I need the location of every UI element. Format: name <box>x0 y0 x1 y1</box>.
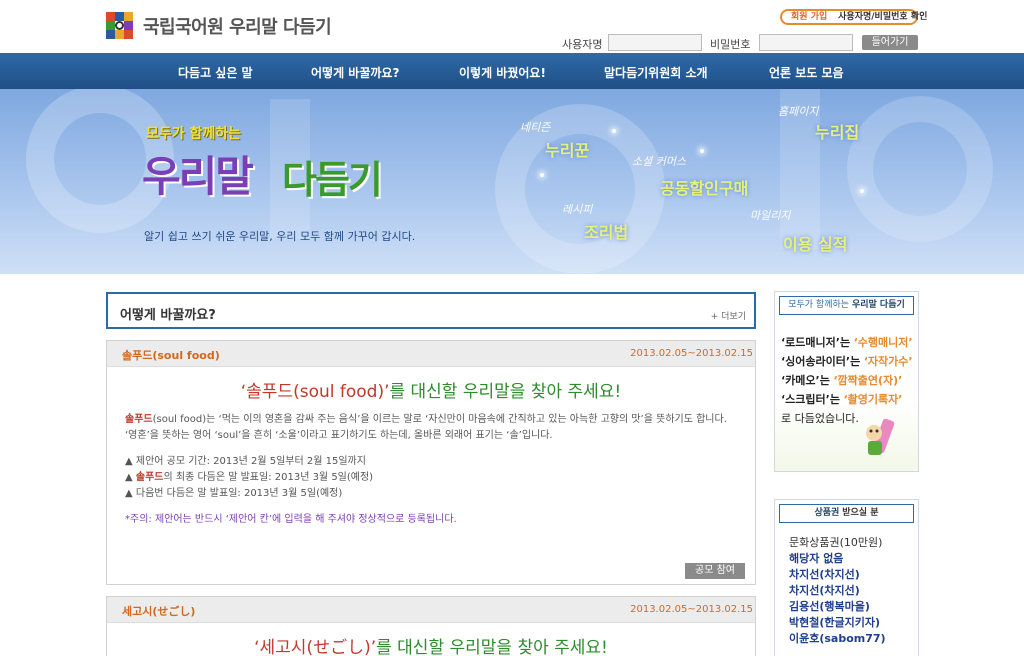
enter-contest-button[interactable]: 공모 참여 <box>685 563 745 579</box>
promo-original: ‘싱어송라이터’는 <box>781 355 861 368</box>
contest-card: 세고시(せごし) 2013.02.05~2013.02.15 ‘세고시(せごし)… <box>106 596 756 656</box>
promo-box: 모두가 함께하는 우리말 다듬기 ‘로드매니저’는 ‘수행매니저’ ‘싱어송라이… <box>774 291 919 472</box>
username-label: 사용자명 <box>562 38 603 51</box>
notice-text: *주의: 제안어는 반드시 ‘제안어 칸’에 입력을 해 주셔야 정상적으로 등… <box>125 514 457 525</box>
promo-original: ‘로드매니저’는 <box>781 336 851 349</box>
promo-new: ‘촬영기록자’ <box>843 393 903 406</box>
headline-text: 를 대신할 우리말을 찾아 주세요! <box>389 382 622 402</box>
keyword-original: 마일리지 <box>750 209 791 222</box>
card-description: 솔푸드(soul food)는 ‘먹는 이의 영혼을 감싸 주는 음식’을 이르… <box>125 412 737 444</box>
prize-winner: 이윤호(sabom77) <box>789 632 886 645</box>
prize-box: 상품권 받으실 분 문화상품권(10만원) 해당자 없음 차지선(차지선) 차지… <box>774 499 919 656</box>
banner-title-part2: 다듬기 <box>282 158 383 202</box>
keyword-replacement: 누리집 <box>815 123 860 142</box>
prize-header-b: 받으실 분 <box>842 508 879 518</box>
prize-list: 문화상품권(10만원) 해당자 없음 차지선(차지선) 차지선(차지선) 김용선… <box>775 523 918 647</box>
card-header: 솔푸드(soul food) 2013.02.05~2013.02.15 <box>107 341 755 367</box>
hero-banner: 모두가 함께하는 우리말 다듬기 알기 쉽고 쓰기 쉬운 우리말, 우리 모두 … <box>0 89 1024 274</box>
more-link[interactable]: + 더보기 <box>711 309 746 322</box>
prize-header-a: 상품권 <box>814 508 840 518</box>
prize-winner: 차지선(차지선) <box>789 584 860 597</box>
keyword-replacement: 누리꾼 <box>545 141 590 160</box>
sparkle-icon <box>540 173 544 177</box>
card-term-name[interactable]: 세고시(せごし) <box>122 603 195 619</box>
promo-header-b: 우리말 다듬기 <box>851 300 905 310</box>
promo-header-a: 모두가 함께하는 <box>788 300 850 310</box>
promo-list: ‘로드매니저’는 ‘수행매니저’ ‘싱어송라이터’는 ‘자작가수’ ‘카메오’는… <box>775 315 918 428</box>
card-headline: ‘솔푸드(soul food)’를 대신할 우리말을 찾아 주세요! <box>107 377 755 402</box>
promo-new: ‘깜짝출연(자)’ <box>833 374 903 387</box>
promo-new: ‘수행매니저’ <box>853 336 913 349</box>
promo-new: ‘자작가수’ <box>863 355 913 368</box>
keyword-original: 소셜 커머스 <box>632 155 687 168</box>
keyword-original: 네티즌 <box>520 121 551 134</box>
promo-line: ‘로드매니저’는 ‘수행매니저’ <box>781 333 918 352</box>
sparkle-icon <box>700 149 704 153</box>
announcement-term: 솔푸드 <box>135 472 164 483</box>
login-button[interactable]: 들어가기 <box>862 35 918 50</box>
member-links: 회원 가입 사용자명/비밀번호 확인 <box>780 9 927 25</box>
prize-winner: 박현철(한글지키자) <box>789 616 881 629</box>
promo-line: ‘스크립터’는 ‘촬영기록자’ <box>781 390 918 409</box>
site-title[interactable]: 국립국어원 우리말 다듬기 <box>143 13 332 39</box>
headline-term: ‘세고시(せごし)’ <box>254 638 377 656</box>
sparkle-icon <box>612 129 616 133</box>
find-account-link[interactable]: 사용자명/비밀번호 확인 <box>838 12 927 22</box>
section-title: 어떻게 바꿀까요? <box>120 308 216 323</box>
main-nav: 다듬고 싶은 말 어떻게 바꿀까요? 이렇게 바꿨어요! 말다듬기위원회 소개 … <box>0 53 1024 89</box>
next-announcement: ▲ 다음번 다듬은 말 발표일: 2013년 3월 5일(예정) <box>125 488 343 499</box>
section-header: 어떻게 바꿀까요? + 더보기 <box>106 292 756 329</box>
promo-header: 모두가 함께하는 우리말 다듬기 <box>779 296 914 315</box>
card-date-range: 2013.02.05~2013.02.15 <box>630 604 753 615</box>
nav-item-press[interactable]: 언론 보도 모음 <box>769 64 844 81</box>
banner-slogan: 알기 쉽고 쓰기 쉬운 우리말, 우리 모두 함께 가꾸어 갑시다. <box>144 230 416 243</box>
card-header: 세고시(せごし) 2013.02.05~2013.02.15 <box>107 597 755 623</box>
card-date-range: 2013.02.05~2013.02.15 <box>630 348 753 359</box>
sparkle-icon <box>860 189 864 193</box>
nav-item-suggest[interactable]: 다듬고 싶은 말 <box>178 64 253 81</box>
card-headline: ‘세고시(せごし)’를 대신할 우리말을 찾아 주세요! <box>107 633 755 656</box>
headline-term: ‘솔푸드(soul food)’ <box>240 382 390 402</box>
password-label: 비밀번호 <box>710 38 751 51</box>
pencil-mascot-icon <box>866 418 895 455</box>
card-term-name[interactable]: 솔푸드(soul food) <box>122 347 220 363</box>
keyword-original: 레시피 <box>562 203 593 216</box>
description-text: (soul food)는 ‘먹는 이의 영혼을 감싸 주는 음식’을 이르는 말… <box>125 414 727 441</box>
announcement-text: 의 최종 다듬은 말 발표일: 2013년 3월 5일(예정) <box>163 472 374 483</box>
prize-header: 상품권 받으실 분 <box>779 504 914 523</box>
description-term: 솔푸드 <box>125 414 153 425</box>
nav-item-committee[interactable]: 말다듬기위원회 소개 <box>604 64 708 81</box>
site-logo[interactable] <box>106 12 134 40</box>
promo-line: ‘싱어송라이터’는 ‘자작가수’ <box>781 352 918 371</box>
contest-card: 솔푸드(soul food) 2013.02.05~2013.02.15 ‘솔푸… <box>106 340 756 585</box>
card-body: 솔푸드(soul food)는 ‘먹는 이의 영혼을 감싸 주는 음식’을 이르… <box>107 402 755 528</box>
keyword-original: 홈페이지 <box>778 105 819 118</box>
keyword-replacement: 조리법 <box>584 223 629 242</box>
bullet-triangle: ▲ <box>125 472 136 483</box>
promo-original: ‘스크립터’는 <box>781 393 840 406</box>
headline-text: 를 대신할 우리말을 찾아 주세요! <box>376 638 608 656</box>
nav-item-how-to-change[interactable]: 어떻게 바꿀까요? <box>311 64 399 81</box>
password-input[interactable] <box>759 34 853 51</box>
contest-period: ▲ 제안어 공모 기간: 2013년 2월 5일부터 2월 15일까지 <box>125 456 366 467</box>
username-input[interactable] <box>608 34 702 51</box>
banner-title-part1: 우리말 <box>142 152 254 201</box>
nav-item-changed[interactable]: 이렇게 바꿨어요! <box>459 64 546 81</box>
banner-subtitle: 모두가 함께하는 <box>146 126 242 142</box>
member-join-link[interactable]: 회원 가입 <box>791 12 827 22</box>
prize-winner: 해당자 없음 <box>789 552 844 565</box>
keyword-replacement: 이용 실적 <box>783 235 848 254</box>
prize-type: 문화상품권(10만원) <box>789 536 883 549</box>
promo-line: ‘카메오’는 ‘깜짝출연(자)’ <box>781 371 918 390</box>
prize-winner: 김용선(행복마을) <box>789 600 870 613</box>
keyword-replacement: 공동할인구매 <box>660 179 749 198</box>
promo-original: ‘카메오’는 <box>781 374 830 387</box>
prize-winner: 차지선(차지선) <box>789 568 860 581</box>
top-bar: 국립국어원 우리말 다듬기 회원 가입 사용자명/비밀번호 확인 사용자명 비밀… <box>0 0 1024 53</box>
final-announcement: ▲ 솔푸드의 최종 다듬은 말 발표일: 2013년 3월 5일(예정) <box>125 470 737 486</box>
